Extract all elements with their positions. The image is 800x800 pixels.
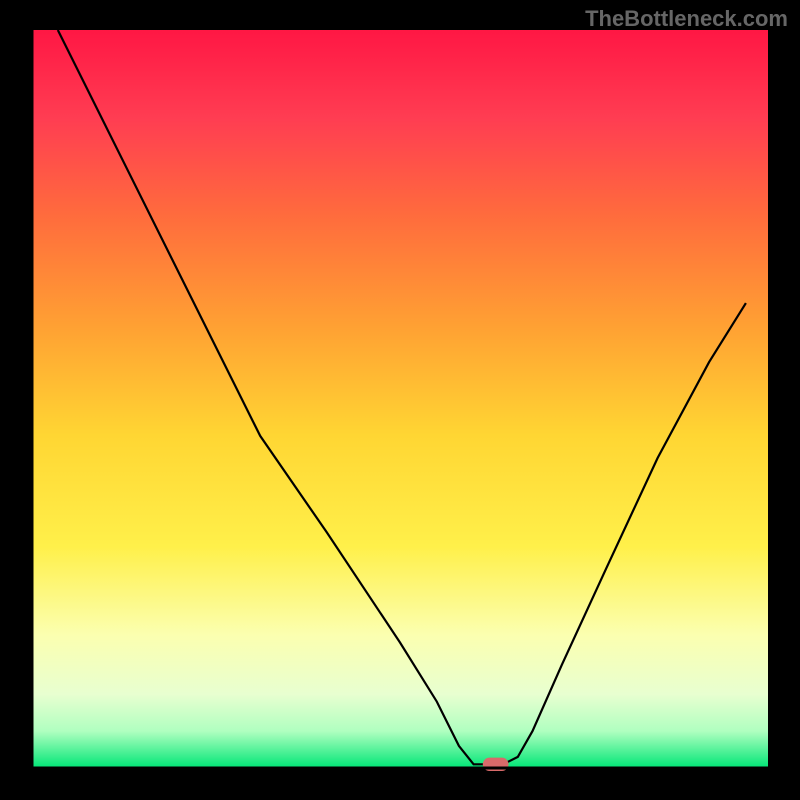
watermark-text: TheBottleneck.com bbox=[585, 6, 788, 32]
plot-background bbox=[32, 30, 768, 768]
bottleneck-chart bbox=[0, 0, 800, 800]
chart-container: TheBottleneck.com bbox=[0, 0, 800, 800]
